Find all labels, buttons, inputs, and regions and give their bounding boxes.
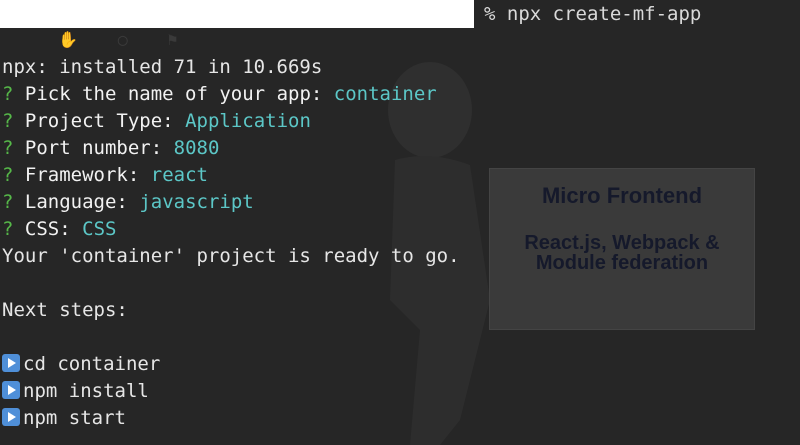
question-line: ? Pick the name of your app: container bbox=[2, 81, 798, 108]
ready-line: Your 'container' project is ready to go. bbox=[2, 245, 460, 267]
question-mark: ? bbox=[2, 110, 14, 132]
next-steps-label: Next steps: bbox=[2, 299, 128, 321]
question-label: Language: bbox=[24, 191, 128, 213]
install-line: npx: installed 71 in 10.669s bbox=[2, 56, 323, 78]
question-answer: react bbox=[150, 164, 208, 186]
play-icon bbox=[2, 408, 20, 426]
question-answer: CSS bbox=[82, 218, 117, 240]
question-mark: ? bbox=[2, 191, 14, 213]
question-line: ? Language: javascript bbox=[2, 189, 798, 216]
question-line: ? CSS: CSS bbox=[2, 216, 798, 243]
comment-icon: ◯ bbox=[117, 30, 128, 49]
step-command: npm start bbox=[23, 407, 126, 429]
question-label: Port number: bbox=[24, 137, 163, 159]
play-icon bbox=[2, 354, 20, 372]
question-label: Pick the name of your app: bbox=[24, 83, 323, 105]
question-mark: ? bbox=[2, 218, 14, 240]
question-label: Framework: bbox=[24, 164, 140, 186]
question-mark: ? bbox=[2, 83, 14, 105]
question-line: ? Framework: react bbox=[2, 162, 798, 189]
step-command: cd container bbox=[23, 353, 161, 375]
step-line: npm install bbox=[2, 378, 798, 405]
step-command: npm install bbox=[23, 380, 149, 402]
bookmark-icon: ⚑ bbox=[167, 30, 178, 49]
question-answer: Application bbox=[185, 110, 311, 132]
question-label: Project Type: bbox=[24, 110, 174, 132]
question-line: ? Project Type: Application bbox=[2, 108, 798, 135]
step-line: cd container bbox=[2, 351, 798, 378]
question-answer: javascript bbox=[139, 191, 254, 213]
question-mark: ? bbox=[2, 137, 14, 159]
question-answer: container bbox=[333, 83, 437, 105]
question-mark: ? bbox=[2, 164, 14, 186]
faint-toolbar-icons: ✋ ◯ ⚑ bbox=[58, 30, 177, 50]
question-answer: 8080 bbox=[173, 137, 220, 159]
top-white-strip bbox=[0, 0, 474, 28]
terminal-output: npx: installed 71 in 10.669s ? Pick the … bbox=[2, 54, 798, 432]
question-label: CSS: bbox=[24, 218, 71, 240]
question-line: ? Port number: 8080 bbox=[2, 135, 798, 162]
hand-icon: ✋ bbox=[58, 30, 78, 49]
shell-prompt: % npx create-mf-app bbox=[484, 3, 702, 25]
play-icon bbox=[2, 381, 20, 399]
step-line: npm start bbox=[2, 405, 798, 432]
